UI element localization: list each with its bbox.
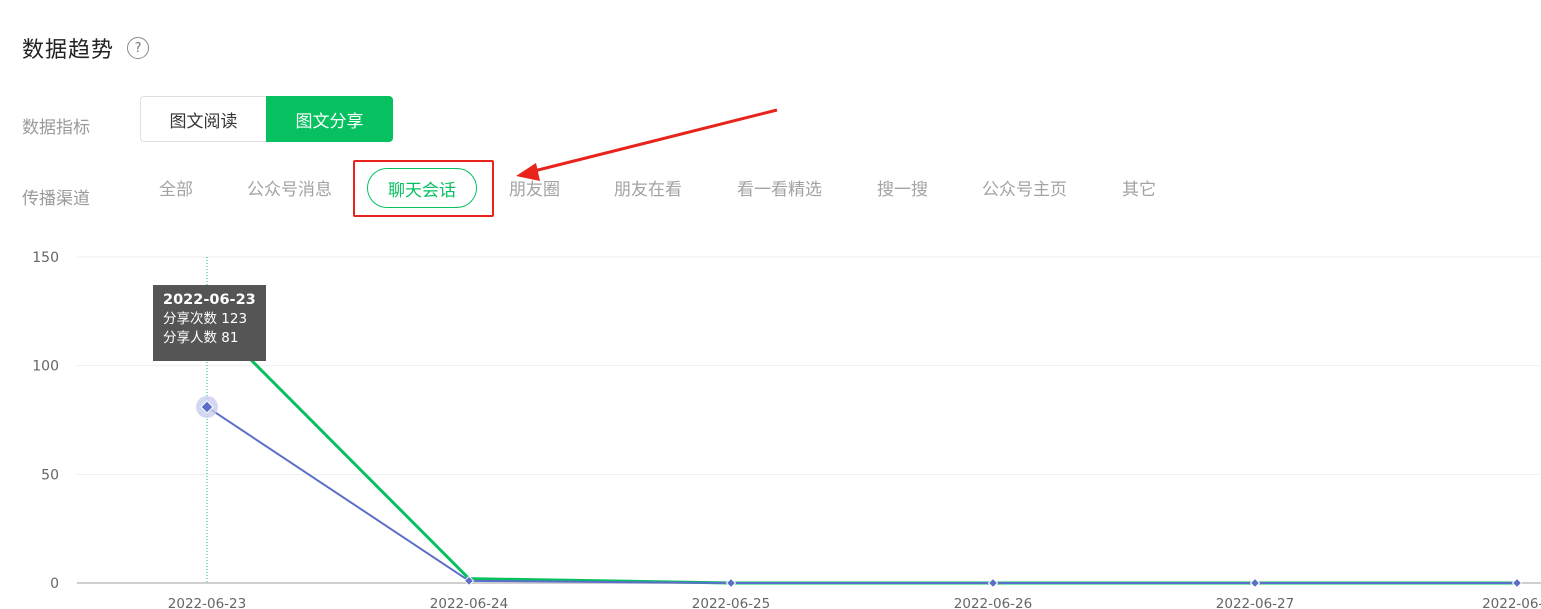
y-tick-label: 0 [50,576,59,592]
x-tick-label: 2022-06-25 [692,596,770,609]
data-point [1249,577,1261,589]
channel-top-stories[interactable]: 看一看精选 [737,175,822,200]
tooltip-date: 2022-06-23 [163,292,256,308]
x-tick-label: 2022-06-2 [1482,596,1541,609]
section-header: 数据趋势 ? [22,30,150,66]
channels-label: 传播渠道 [22,189,90,209]
data-point [725,577,737,589]
channel-all[interactable]: 全部 [159,175,193,200]
channel-friends-watching[interactable]: 朋友在看 [614,175,682,200]
metrics-label: 数据指标 [22,118,90,138]
y-tick-label: 100 [32,359,59,375]
x-tick-label: 2022-06-23 [168,596,246,609]
channel-other[interactable]: 其它 [1122,175,1156,200]
data-point [1511,577,1523,589]
x-tick-label: 2022-06-27 [1216,596,1294,609]
metric-option-share[interactable]: 图文分享 [266,96,393,142]
annotation-arrow-shaft [529,108,778,174]
help-icon[interactable]: ? [127,37,150,59]
channel-moments[interactable]: 朋友圈 [509,175,560,200]
channel-official-message[interactable]: 公众号消息 [247,175,332,200]
y-tick-label: 50 [41,467,59,483]
y-tick-label: 150 [32,250,59,266]
metric-option-read[interactable]: 图文阅读 [140,96,266,142]
channel-official-homepage[interactable]: 公众号主页 [982,175,1067,200]
series-line [206,406,1517,584]
tooltip-share-users: 分享人数 81 [163,330,239,346]
data-point [987,577,999,589]
metric-selector: 图文阅读 图文分享 [140,96,393,142]
chart-tooltip: 2022-06-23 分享次数 123 分享人数 81 [153,285,266,361]
x-tick-label: 2022-06-24 [430,596,508,609]
tooltip-share-count: 分享次数 123 [163,311,248,327]
x-tick-label: 2022-06-26 [954,596,1032,609]
highlight-box [353,160,494,217]
channel-search[interactable]: 搜一搜 [877,175,928,200]
series-line [205,314,1517,585]
page-title: 数据趋势 [22,38,115,63]
